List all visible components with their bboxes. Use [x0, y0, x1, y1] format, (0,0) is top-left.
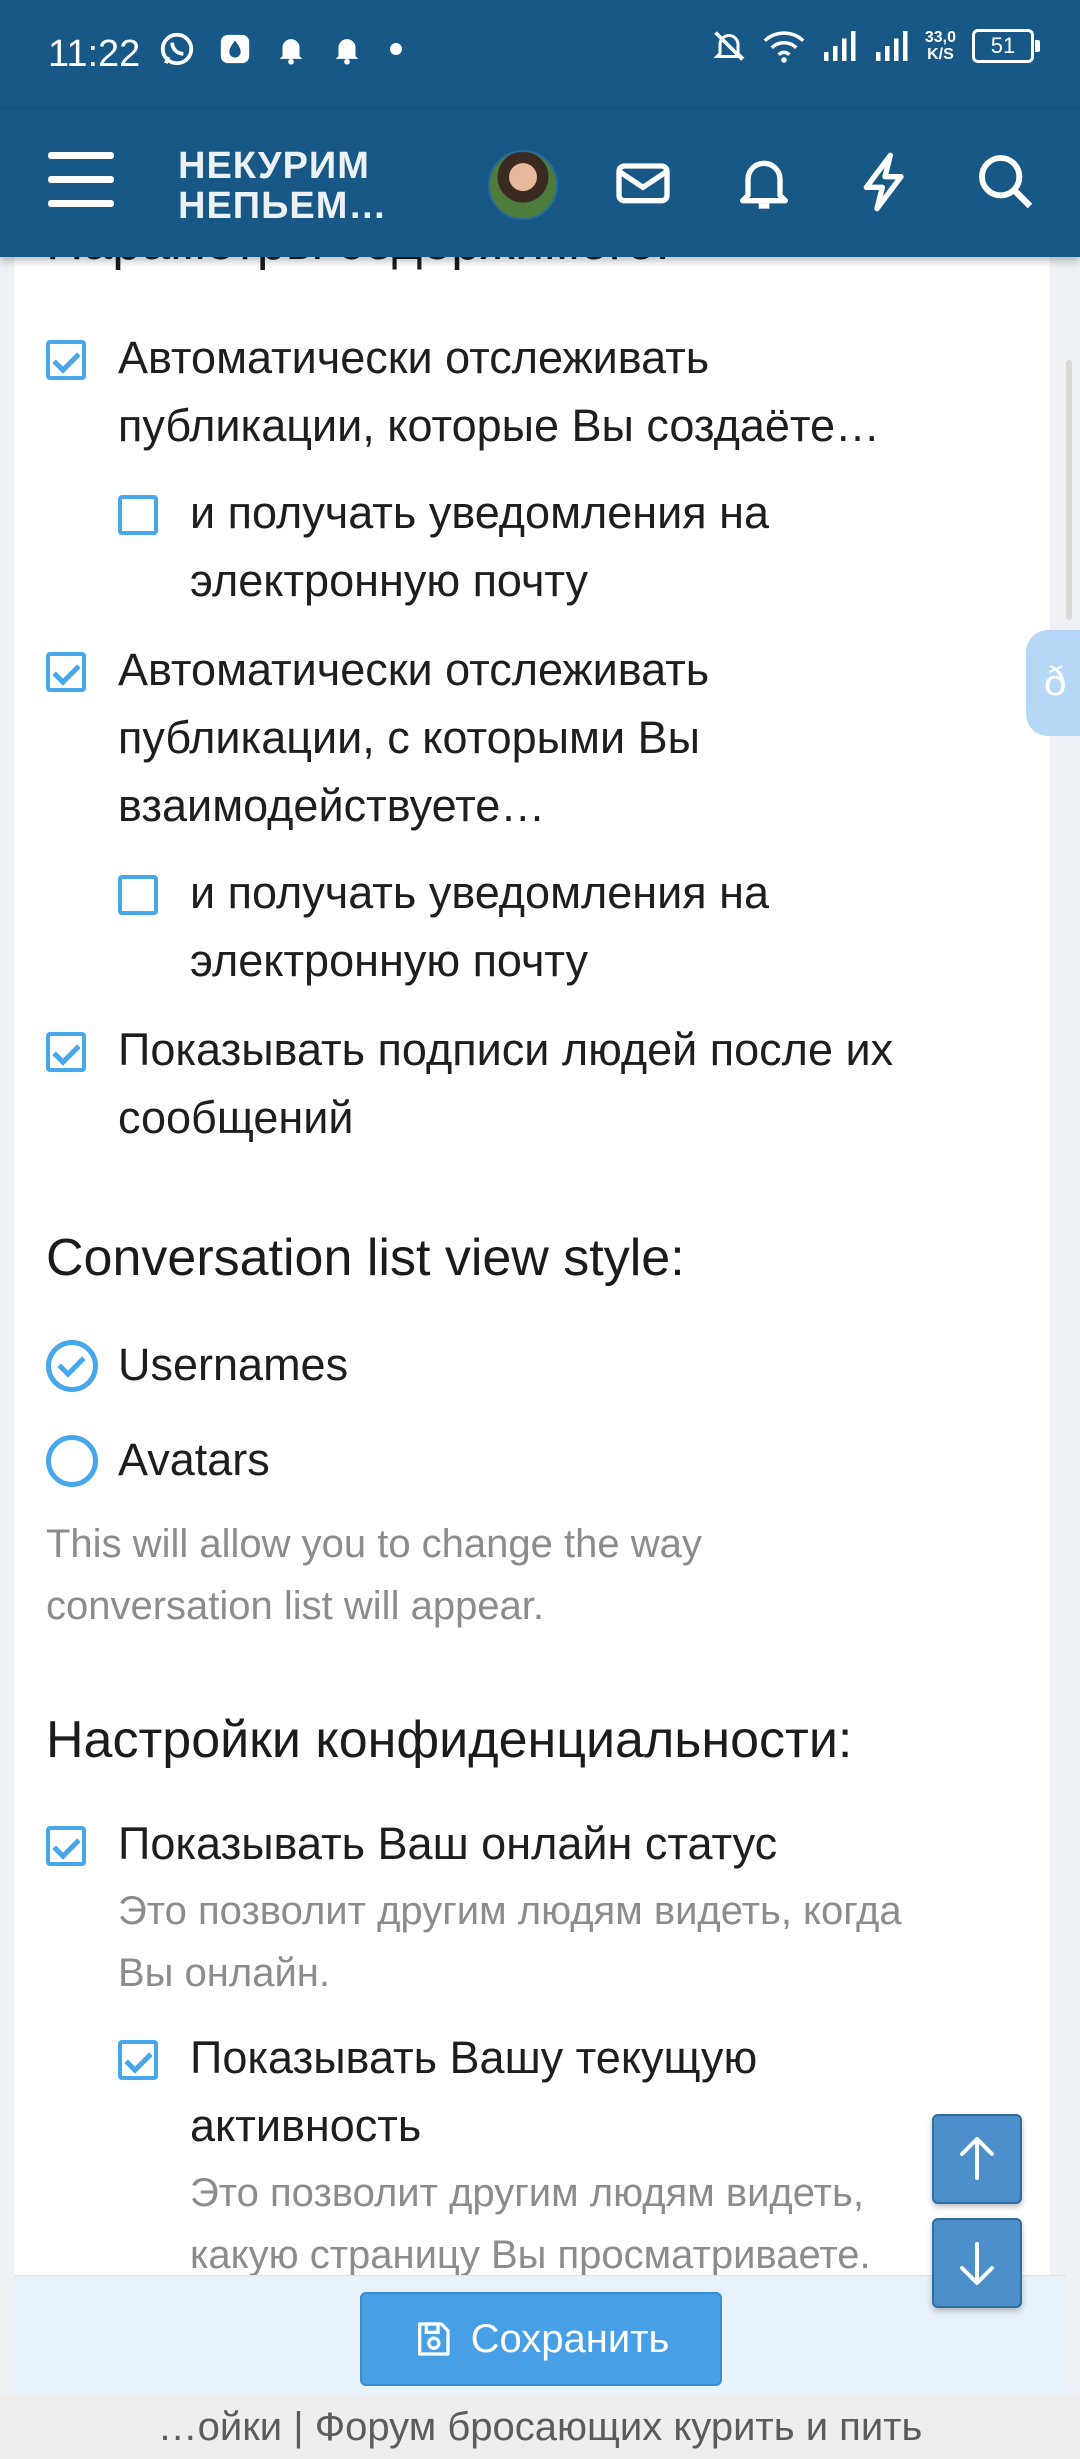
network-speed-unit: K/S	[927, 46, 954, 63]
hint-line: какую страницу Вы просматриваете.	[190, 2233, 871, 2275]
radio-avatars[interactable]	[46, 1435, 98, 1487]
bell-icon[interactable]	[732, 150, 796, 214]
label-line: публикации, которые Вы создаёте…	[118, 400, 881, 451]
network-speed-value: 33,0	[924, 29, 956, 46]
menu-icon[interactable]	[48, 152, 114, 212]
hint-line: Это позволит другим людям видеть, когда	[118, 1889, 902, 1933]
page-title: …ойки | Форум бросающих курить и пить	[0, 2395, 1080, 2459]
label-line: электронную почту	[190, 935, 589, 986]
label-line: Показывать Вашу текущую	[190, 2032, 758, 2083]
section-title-conversation: Conversation list view style:	[46, 1229, 685, 1287]
site-logo[interactable]: НЕКУРИМ НЕПЬЕМ…	[178, 146, 387, 226]
status-system-icons: 33,0 K/S 51	[711, 28, 1040, 64]
show-activity-label[interactable]: Показывать Вашу текущую активность	[190, 2024, 757, 2160]
email-created-label[interactable]: и получать уведомления на электронную по…	[190, 479, 769, 615]
bell-icon	[335, 39, 359, 65]
app-notification-icon	[220, 34, 250, 64]
battery-icon: 51	[972, 29, 1040, 63]
save-button-label: Сохранить	[470, 2316, 670, 2361]
signal-icon	[875, 31, 908, 61]
label-line: электронную почту	[190, 555, 589, 606]
show-signatures-checkbox[interactable]	[46, 1032, 86, 1072]
dot-icon	[390, 43, 402, 55]
conversation-hint: This will allow you to change the way co…	[46, 1513, 702, 1637]
whatsapp-icon	[160, 32, 194, 66]
app-header: НЕКУРИМ НЕПЬЕМ…	[0, 110, 1080, 257]
hint-line: conversation list will appear.	[46, 1584, 545, 1628]
activity-hint: Это позволит другим людям видеть, какую …	[190, 2162, 871, 2275]
form-submit-row: Сохранить	[14, 2275, 1066, 2396]
label-line: сообщений	[118, 1092, 354, 1143]
online-status-hint: Это позволит другим людям видеть, когда …	[118, 1880, 902, 2004]
translate-button[interactable]: ð	[1026, 630, 1080, 736]
hint-line: Это позволит другим людям видеть,	[190, 2171, 864, 2215]
arrow-down-icon	[960, 2242, 994, 2285]
arrow-up-icon	[960, 2137, 994, 2180]
preferences-panel: Параметры содержимого: Автоматически отс…	[14, 230, 1050, 2275]
auto-watch-interacted-label[interactable]: Автоматически отслеживать публикации, с …	[118, 636, 709, 840]
auto-watch-created-checkbox[interactable]	[46, 340, 86, 380]
show-online-status-checkbox[interactable]	[46, 1826, 86, 1866]
show-signatures-label[interactable]: Показывать подписи людей после их сообще…	[118, 1016, 893, 1152]
mail-icon[interactable]	[611, 150, 675, 214]
wifi-icon	[763, 31, 805, 63]
email-interacted-label[interactable]: и получать уведомления на электронную по…	[190, 859, 769, 995]
network-speed: 33,0 K/S	[925, 29, 956, 63]
radio-avatars-label[interactable]: Avatars	[118, 1426, 270, 1494]
signal-icon	[823, 31, 856, 61]
bell-icon	[279, 39, 303, 65]
status-time: 11:22	[48, 33, 141, 75]
label-line: публикации, с которыми Вы	[118, 712, 700, 763]
show-online-status-label[interactable]: Показывать Ваш онлайн статус	[118, 1810, 777, 1878]
auto-watch-interacted-checkbox[interactable]	[46, 652, 86, 692]
scrollbar[interactable]	[1066, 360, 1072, 620]
save-button[interactable]: Сохранить	[360, 2292, 722, 2386]
label-line: активность	[190, 2100, 422, 2151]
section-title-privacy: Настройки конфиденциальности:	[46, 1711, 853, 1769]
email-interacted-checkbox[interactable]	[118, 875, 158, 915]
auto-watch-created-label[interactable]: Автоматически отслеживать публикации, ко…	[118, 324, 880, 460]
label-line: и получать уведомления на	[190, 867, 770, 918]
hint-line: This will allow you to change the way	[46, 1522, 702, 1566]
mute-bell-icon	[713, 31, 745, 61]
scroll-down-button[interactable]	[932, 2218, 1022, 2308]
scroll-up-button[interactable]	[932, 2114, 1022, 2204]
label-line: Показывать подписи людей после их	[118, 1024, 894, 1075]
radio-usernames[interactable]	[46, 1340, 98, 1392]
show-activity-checkbox[interactable]	[118, 2040, 158, 2080]
radio-usernames-label[interactable]: Usernames	[118, 1331, 348, 1399]
logo-line-1: НЕКУРИМ	[178, 145, 370, 187]
lightning-icon[interactable]	[853, 150, 917, 214]
floppy-disk-icon	[417, 2322, 450, 2356]
label-line: и получать уведомления на	[190, 487, 770, 538]
hint-line: Вы онлайн.	[118, 1951, 331, 1995]
status-bar: 11:22 33,0 K/S 51	[0, 0, 1080, 110]
avatar[interactable]	[488, 150, 558, 220]
label-line: Автоматически отслеживать	[118, 644, 710, 695]
search-icon[interactable]	[974, 150, 1038, 214]
logo-line-2: НЕПЬЕМ…	[178, 185, 388, 227]
label-line: взаимодействуете…	[118, 780, 546, 831]
translate-icon: ð	[1044, 660, 1067, 704]
status-notification-icons	[158, 30, 406, 68]
email-created-checkbox[interactable]	[118, 495, 158, 535]
label-line: Автоматически отслеживать	[118, 332, 710, 383]
